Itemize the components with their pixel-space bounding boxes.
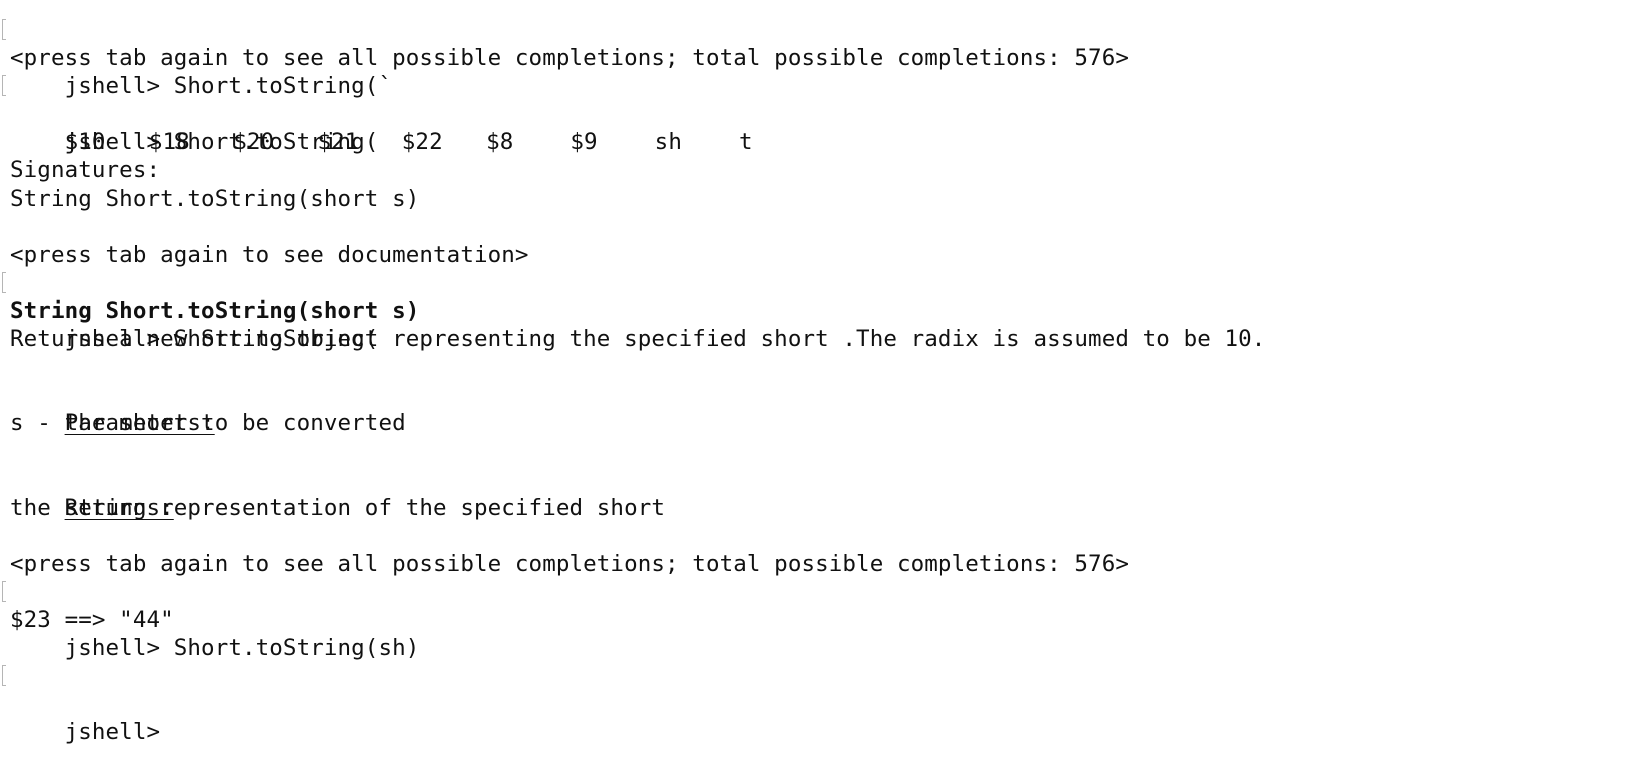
signature-text: String Short.toString(short s) — [10, 185, 420, 212]
doc-description: Returns a new String object representing… — [10, 326, 1266, 353]
result-output: $23 ==> "44" — [10, 606, 174, 633]
terminal-output: jshell> Short.toString(` <press tab agai… — [2, 16, 1630, 745]
current-prompt[interactable]: jshell> — [65, 719, 161, 745]
prompt-line: jshell> Short.toString(sh) — [2, 578, 1630, 661]
prompt-line[interactable]: jshell> — [2, 662, 1630, 745]
completion-list: $10 $18 $20 $21 $22 $8 $9 sh t — [10, 100, 1630, 155]
documentation-hint: <press tab again to see documentation> — [10, 241, 529, 268]
doc-signature: String Short.toString(short s) — [10, 297, 420, 324]
prompt-marker — [2, 75, 6, 97]
prompt-marker — [2, 665, 6, 687]
returns-line: Returns: — [10, 466, 1630, 521]
parameter-description: s - the short to be converted — [10, 410, 406, 437]
prompt-line: jshell> Short.toString( — [2, 72, 1630, 155]
prompt-marker — [2, 271, 6, 293]
completion-hint: <press tab again to see all possible com… — [10, 550, 1129, 577]
completion-hint: <press tab again to see all possible com… — [10, 45, 1129, 72]
prompt-marker — [2, 580, 6, 602]
parameters-line: Parameters: — [10, 381, 1630, 436]
prompt-line: jshell> Short.toString(` — [2, 16, 1630, 99]
returns-description: the string representation of the specifi… — [10, 494, 666, 521]
signatures-header: Signatures: — [10, 157, 161, 184]
prompt-marker — [2, 19, 6, 40]
prompt-line: jshell> Short.toString( — [2, 269, 1630, 352]
